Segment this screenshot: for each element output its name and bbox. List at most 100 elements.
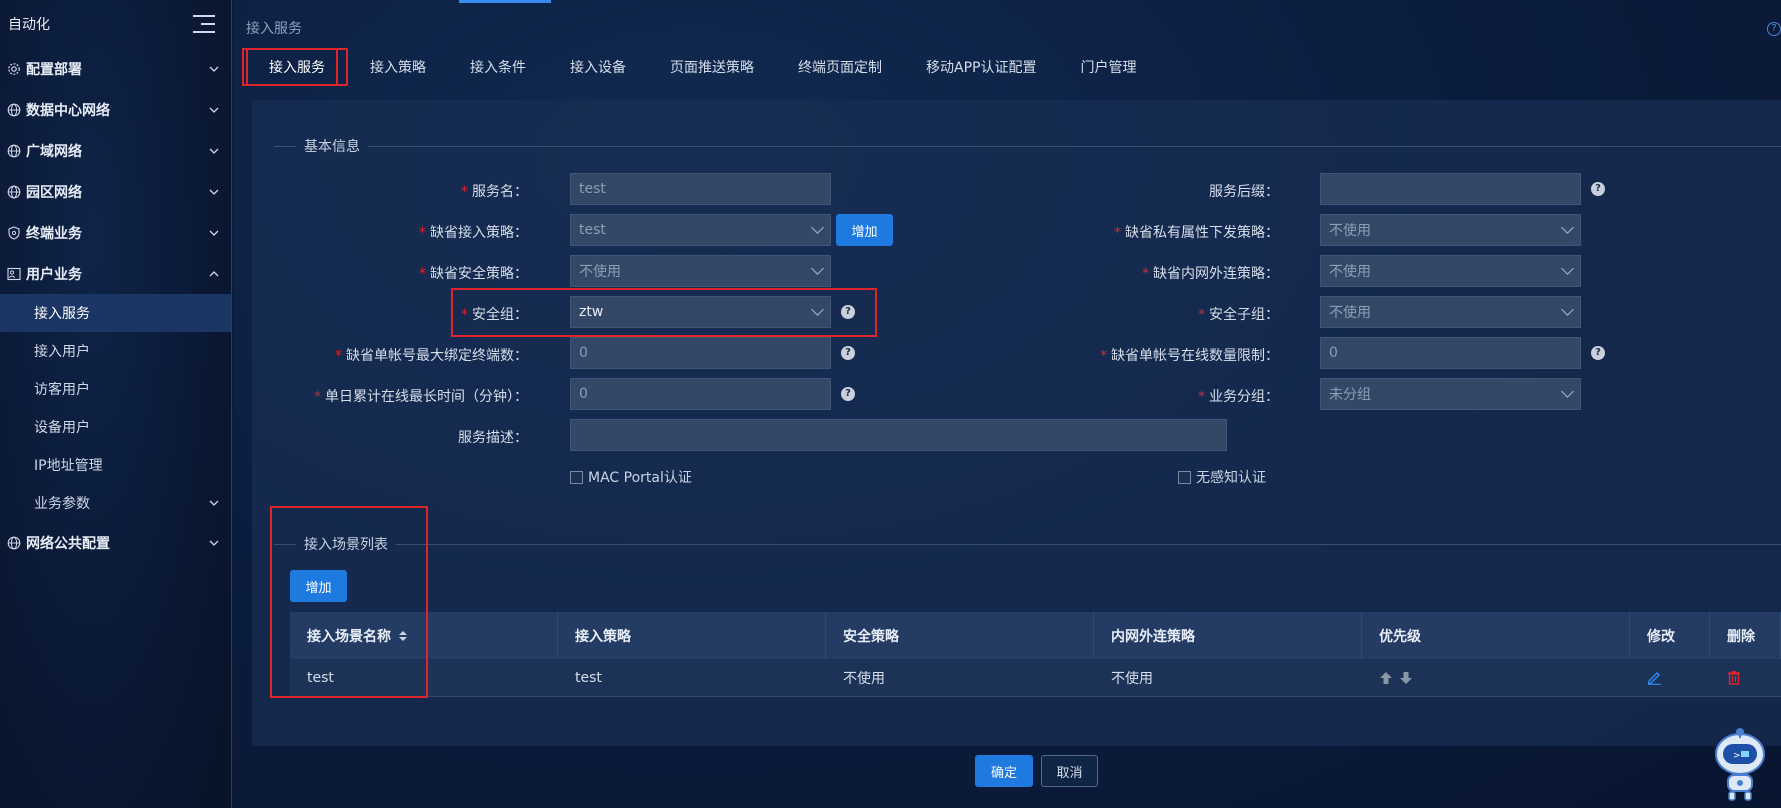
tab-page-push-policy[interactable]: 页面推送策略: [648, 48, 776, 86]
service-suffix-input[interactable]: [1320, 173, 1581, 205]
col-intranet-policy: 内网外连策略: [1094, 612, 1362, 659]
label-text: 业务分组：: [1209, 389, 1279, 405]
help-icon[interactable]: ?: [841, 387, 855, 401]
help-icon[interactable]: ?: [841, 305, 855, 319]
menu-collapse-icon[interactable]: [193, 15, 215, 33]
sidebar-subitem-label: 业务参数: [34, 496, 90, 512]
select-value: test: [579, 222, 606, 238]
required-mark: *: [314, 389, 321, 405]
cancel-button[interactable]: 取消: [1041, 755, 1098, 787]
column-label: 接入场景名称: [307, 628, 391, 645]
help-icon[interactable]: ?: [1591, 346, 1605, 360]
chevron-down-icon: [209, 540, 219, 546]
default-security-policy-select[interactable]: 不使用: [570, 255, 831, 287]
label-text: 缺省私有属性下发策略：: [1125, 225, 1279, 241]
tab-mobile-app-auth[interactable]: 移动APP认证配置: [904, 48, 1058, 86]
sidebar-subitem-service-params[interactable]: 业务参数: [0, 484, 231, 522]
help-icon[interactable]: ?: [1767, 22, 1781, 36]
basic-info-legend: 基本信息: [274, 136, 1781, 156]
sidebar-item-network-public-config[interactable]: 网络公共配置: [0, 522, 231, 563]
required-mark: *: [419, 266, 426, 282]
service-description-label: 服务描述：: [458, 430, 528, 446]
sidebar-item-datacenter-network[interactable]: 数据中心网络: [0, 89, 231, 130]
tab-portal-management[interactable]: 门户管理: [1058, 48, 1158, 86]
svg-text:>: >: [1733, 751, 1741, 761]
sort-icon: [399, 630, 407, 641]
select-value: 不使用: [1329, 264, 1371, 280]
legend-line: [368, 145, 1781, 147]
checkbox-box: [1178, 470, 1191, 484]
service-name-input[interactable]: test: [570, 173, 831, 205]
arrow-up-icon[interactable]: [1379, 671, 1393, 685]
col-security-policy: 安全策略: [826, 612, 1094, 659]
table-row: test test 不使用 不使用: [290, 659, 1781, 697]
sidebar-title: 自动化: [8, 17, 50, 33]
no-perception-auth-checkbox[interactable]: 无感知认证: [1178, 467, 1266, 487]
chevron-down-icon: [209, 230, 219, 236]
tab-terminal-page-custom[interactable]: 终端页面定制: [776, 48, 904, 86]
sidebar-item-campus-network[interactable]: 园区网络: [0, 171, 231, 212]
cell-security-policy: 不使用: [843, 670, 885, 687]
sidebar-item-label: 数据中心网络: [26, 102, 110, 119]
daily-max-time-input[interactable]: 0: [570, 378, 831, 410]
default-intranet-policy-select[interactable]: 不使用: [1320, 255, 1581, 287]
sidebar-item-wan[interactable]: 广域网络: [0, 130, 231, 171]
globe-icon: [6, 535, 22, 551]
add-access-policy-button[interactable]: 增加: [836, 214, 893, 246]
scene-table: 接入场景名称 接入策略 安全策略 内网外连策略 优先级 修改 删除 test t…: [290, 612, 1781, 697]
help-icon[interactable]: ?: [841, 346, 855, 360]
required-mark: *: [1142, 266, 1149, 282]
mac-portal-checkbox[interactable]: MAC Portal认证: [570, 467, 692, 487]
sidebar-item-label: 配置部署: [26, 61, 82, 78]
tab-access-service[interactable]: 接入服务: [246, 48, 348, 86]
basic-info-title: 基本信息: [304, 139, 360, 155]
cell-access-policy: test: [575, 669, 602, 686]
table-header: 接入场景名称 接入策略 安全策略 内网外连策略 优先级 修改 删除: [290, 612, 1781, 659]
sidebar-item-label: 园区网络: [26, 184, 82, 201]
checkbox-label: MAC Portal认证: [588, 470, 692, 486]
max-bind-terminals-label: * 缺省单帐号最大绑定终端数：: [335, 345, 528, 365]
label-text: 服务名：: [472, 184, 528, 200]
sidebar-subitem-device-user[interactable]: 设备用户: [0, 408, 231, 446]
sidebar-subitem-access-user[interactable]: 接入用户: [0, 332, 231, 370]
default-access-policy-label: * 缺省接入策略：: [419, 222, 528, 242]
label-text: 缺省内网外连策略：: [1153, 266, 1279, 282]
sidebar-subitem-guest-user[interactable]: 访客用户: [0, 370, 231, 408]
security-group-select[interactable]: ztw: [570, 296, 831, 328]
tab-access-policy[interactable]: 接入策略: [348, 48, 448, 86]
add-scene-button[interactable]: 增加: [290, 570, 347, 602]
service-group-select[interactable]: 未分组: [1320, 378, 1581, 410]
chevron-down-icon: [811, 221, 824, 234]
default-private-policy-select[interactable]: 不使用: [1320, 214, 1581, 246]
col-edit: 修改: [1630, 612, 1710, 659]
sidebar-subitem-ip-management[interactable]: IP地址管理: [0, 446, 231, 484]
tab-access-device[interactable]: 接入设备: [548, 48, 648, 86]
default-access-policy-select[interactable]: test: [570, 214, 831, 246]
max-bind-terminals-input[interactable]: 0: [570, 337, 831, 369]
cell-edit: [1630, 659, 1710, 696]
col-delete: 删除: [1710, 612, 1781, 659]
breadcrumb: 接入服务: [246, 21, 302, 37]
legend-line: [274, 145, 296, 147]
label-text: 单日累计在线最长时间（分钟）：: [325, 389, 528, 405]
sidebar-item-config-deploy[interactable]: 配置部署: [0, 48, 231, 89]
sidebar-item-user-service[interactable]: 用户业务: [0, 253, 231, 294]
max-online-input[interactable]: 0: [1320, 337, 1581, 369]
edit-pencil-icon[interactable]: [1647, 670, 1662, 685]
service-description-input[interactable]: [570, 419, 1227, 451]
help-icon[interactable]: ?: [1591, 182, 1605, 196]
service-group-label: * 业务分组：: [1198, 386, 1279, 406]
sidebar: 自动化 配置部署 数据中心网络 广域网络 园区网络 终端业务 用户业务 接入服务…: [0, 0, 232, 808]
chevron-down-icon: [209, 189, 219, 195]
checkbox-label: 无感知认证: [1196, 470, 1266, 486]
sidebar-subitem-access-service[interactable]: 接入服务: [0, 294, 231, 332]
scene-list-legend: 接入场景列表: [274, 534, 1781, 554]
tab-access-condition[interactable]: 接入条件: [448, 48, 548, 86]
trash-icon[interactable]: [1727, 670, 1741, 685]
security-subgroup-select[interactable]: 不使用: [1320, 296, 1581, 328]
arrow-down-icon[interactable]: [1399, 671, 1413, 685]
col-scene-name[interactable]: 接入场景名称: [290, 612, 558, 659]
sidebar-item-terminal-service[interactable]: 终端业务: [0, 212, 231, 253]
robot-assistant-icon[interactable]: >: [1711, 722, 1769, 802]
confirm-button[interactable]: 确定: [975, 755, 1033, 787]
